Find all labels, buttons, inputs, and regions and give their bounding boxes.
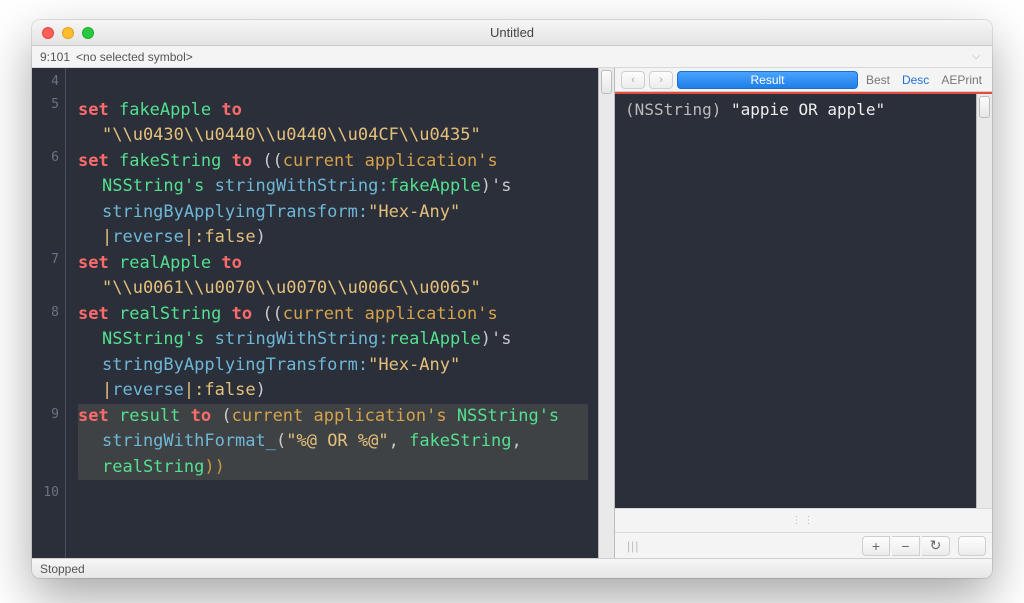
line-number: 6 xyxy=(32,148,59,248)
chevron-right-icon: › xyxy=(659,74,663,86)
result-panel: ‹ › Result Best Desc AEPrint (NSString) … xyxy=(615,68,992,558)
result-nav-back-button[interactable]: ‹ xyxy=(621,71,645,89)
result-output[interactable]: (NSString) "арріе OR apple" xyxy=(615,94,976,508)
scrollbar-thumb[interactable] xyxy=(601,70,612,94)
editor-scrollbar[interactable] xyxy=(598,68,614,558)
code-editor[interactable]: set fakeApple to "\\u0430\\u0440\\u0440\… xyxy=(66,68,598,558)
plus-icon: + xyxy=(872,538,880,554)
remove-button[interactable]: − xyxy=(892,536,920,556)
status-bar: Stopped xyxy=(32,558,992,578)
mode-desc[interactable]: Desc xyxy=(898,73,933,87)
chevron-left-icon: ‹ xyxy=(631,74,635,86)
extra-button[interactable] xyxy=(958,536,986,556)
reload-icon: ↻ xyxy=(930,537,942,554)
add-button[interactable]: + xyxy=(862,536,890,556)
zoom-window-button[interactable] xyxy=(82,27,94,39)
selected-symbol[interactable]: <no selected symbol> xyxy=(76,50,193,64)
minimize-window-button[interactable] xyxy=(62,27,74,39)
close-window-button[interactable] xyxy=(42,27,54,39)
minus-icon: − xyxy=(901,538,909,554)
result-type-label: (NSString) xyxy=(625,100,721,119)
result-nav-forward-button[interactable]: › xyxy=(649,71,673,89)
titlebar[interactable]: Untitled xyxy=(32,20,992,46)
line-number: 7 xyxy=(32,250,59,301)
result-scrollbar[interactable] xyxy=(976,94,992,508)
code-editor-panel: 4 5 6 7 8 9 10 set fakeApple to "\\u0430… xyxy=(32,68,615,558)
breadcrumb-dropdown-icon[interactable]: ⌵ xyxy=(968,51,984,62)
reload-button[interactable]: ↻ xyxy=(922,536,950,556)
traffic-lights xyxy=(42,27,94,39)
grip-icon[interactable]: ||| xyxy=(621,539,645,553)
scrollbar-thumb[interactable] xyxy=(979,96,990,118)
result-body: (NSString) "арріе OR apple" xyxy=(615,92,992,508)
script-debugger-window: Untitled 9:101 <no selected symbol> ⌵ 4 … xyxy=(32,20,992,578)
result-toolbar: ‹ › Result Best Desc AEPrint xyxy=(615,68,992,92)
mode-aeprint[interactable]: AEPrint xyxy=(937,73,986,87)
line-number: 4 xyxy=(32,72,59,93)
line-number: 9 xyxy=(32,405,59,481)
line-number: 8 xyxy=(32,303,59,403)
result-split-handle[interactable]: ⋮⋮ xyxy=(615,508,992,532)
cursor-position: 9:101 xyxy=(40,50,70,64)
breadcrumb-bar: 9:101 <no selected symbol> ⌵ xyxy=(32,46,992,68)
content-split: 4 5 6 7 8 9 10 set fakeApple to "\\u0430… xyxy=(32,68,992,558)
result-tab[interactable]: Result xyxy=(677,71,858,89)
result-value: "арріе OR apple" xyxy=(731,100,885,119)
mode-best[interactable]: Best xyxy=(862,73,894,87)
result-bottom-toolbar: ||| + − ↻ xyxy=(615,532,992,558)
line-number: 5 xyxy=(32,95,59,146)
line-number: 10 xyxy=(32,483,59,504)
window-title: Untitled xyxy=(32,25,992,40)
status-text: Stopped xyxy=(40,562,85,576)
line-gutter: 4 5 6 7 8 9 10 xyxy=(32,68,66,558)
drag-handle-icon: ⋮⋮ xyxy=(615,515,992,526)
